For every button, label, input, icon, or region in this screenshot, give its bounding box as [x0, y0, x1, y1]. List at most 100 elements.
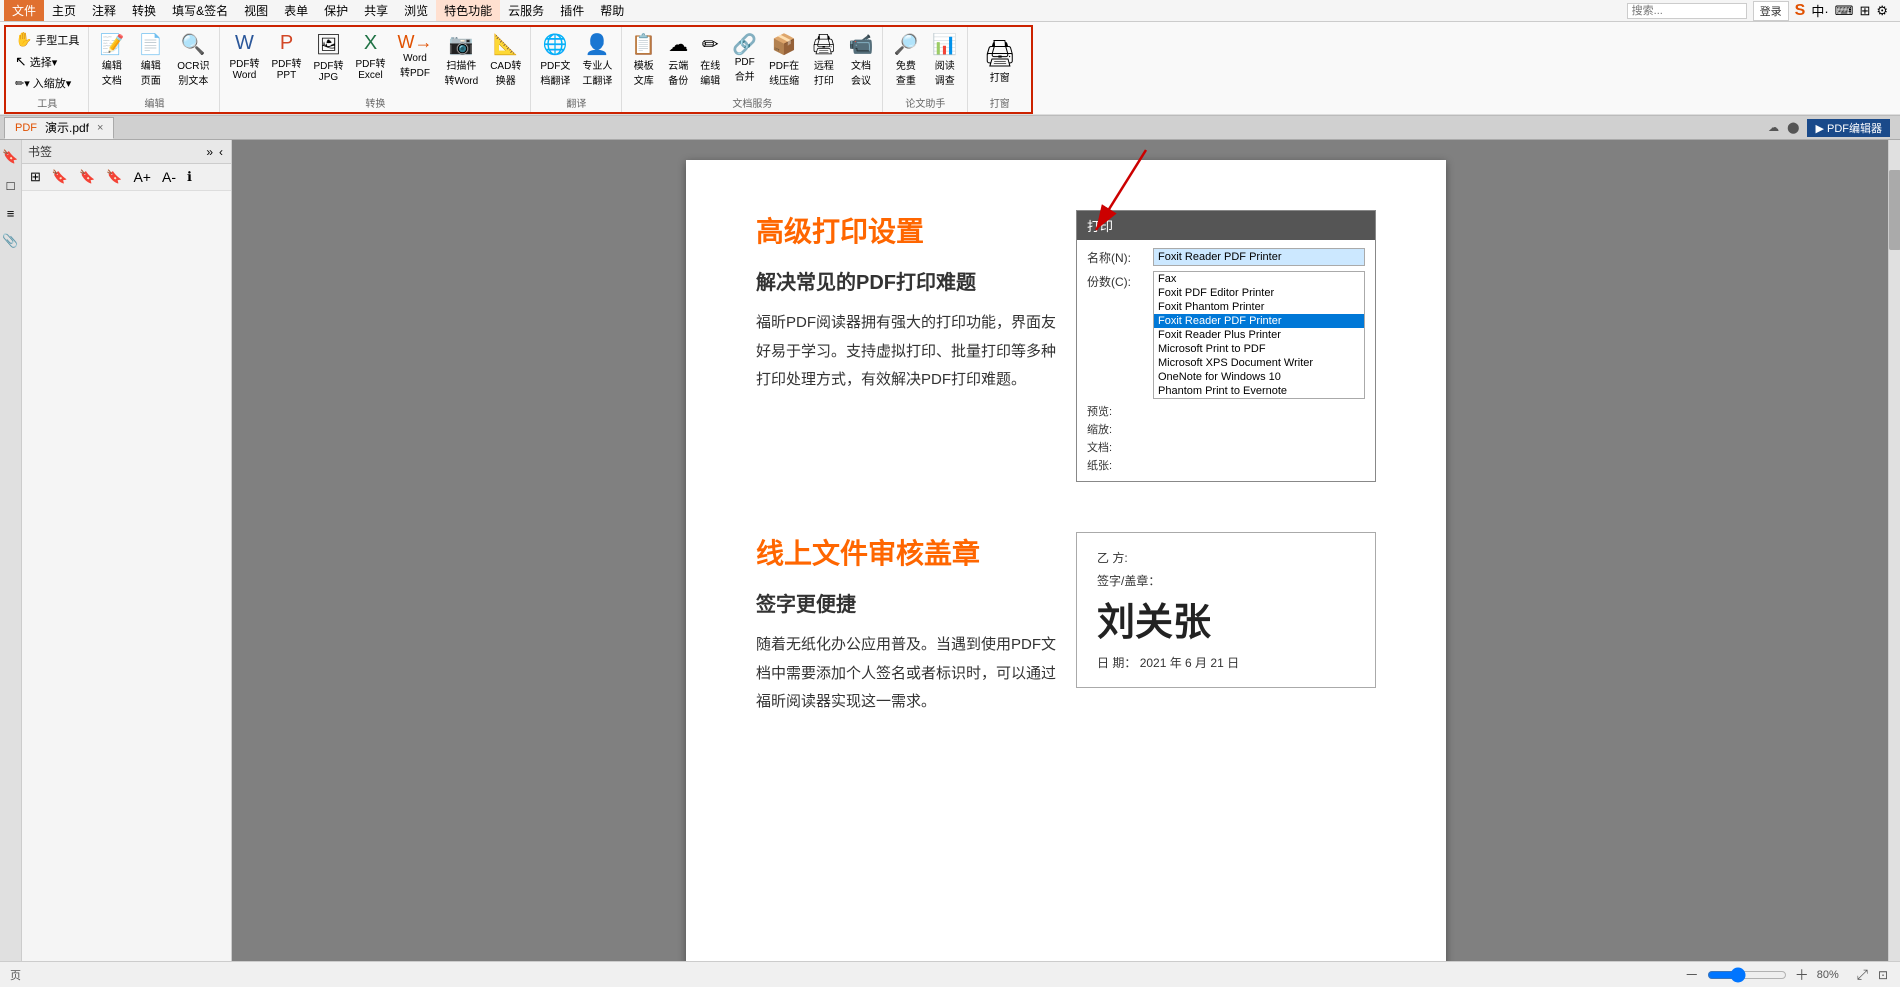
cloud-sync-icon[interactable]: ☁: [1768, 121, 1779, 134]
pdf-content-area[interactable]: 打印 名称(N): Foxit Reader PDF Printer 份数(C)…: [232, 140, 1900, 961]
print-name-input: Foxit Reader PDF Printer: [1153, 248, 1365, 266]
edit-selection-button[interactable]: ✏▾ 入缩放▾: [10, 73, 84, 93]
printer-ms-xps[interactable]: Microsoft XPS Document Writer: [1154, 356, 1364, 370]
search-input[interactable]: [1627, 3, 1747, 19]
pdf-to-word-button[interactable]: W PDF转 Word: [224, 29, 264, 84]
ribbon-toolbar: ✋ 手型工具 ↖ 选择▾ ✏▾ 入缩放▾ 工具: [0, 22, 1900, 115]
printer-fax[interactable]: Fax: [1154, 272, 1364, 286]
translate-group-label: 翻译: [566, 93, 586, 110]
template-library-button[interactable]: 📋 模板 文库: [626, 29, 661, 90]
menu-convert[interactable]: 转换: [124, 0, 164, 21]
printer-foxit-plus[interactable]: Foxit Reader Plus Printer: [1154, 328, 1364, 342]
menu-browse[interactable]: 浏览: [396, 0, 436, 21]
edit-page-button[interactable]: 📄 编辑 页面: [132, 29, 169, 90]
printer-list[interactable]: Fax Foxit PDF Editor Printer Foxit Phant…: [1153, 271, 1365, 399]
doc-tab-demo[interactable]: PDF 演示.pdf ×: [4, 117, 114, 139]
menu-comment[interactable]: 注释: [84, 0, 124, 21]
doc-meeting-button[interactable]: 📹 文档 会议: [844, 29, 879, 90]
pdf-to-ppt-button[interactable]: P PDF转 PPT: [266, 29, 306, 84]
ocr-button[interactable]: 🔍 OCR识 别文本: [171, 29, 215, 90]
free-check-button[interactable]: 🔎 免费 查重: [887, 29, 924, 90]
menu-plugin[interactable]: 插件: [552, 0, 592, 21]
topbar-icon-grid[interactable]: ⊞: [1859, 3, 1870, 19]
expand-panel-button[interactable]: »: [204, 145, 215, 159]
doc-tabs-bar: PDF 演示.pdf × ☁ ⬤ ▶ PDF编辑器: [0, 116, 1900, 140]
pdf-to-jpg-button[interactable]: 🖼 PDF转 JPG: [308, 29, 348, 86]
select-tool-button[interactable]: ↖ 选择▾: [10, 51, 84, 72]
print-dialog-illustration: 打印 名称(N): Foxit Reader PDF Printer 份数(C)…: [1076, 210, 1376, 482]
cad-converter-button[interactable]: 📐 CAD转 换器: [485, 29, 526, 90]
bookmark-tool-3[interactable]: 🔖: [75, 167, 99, 187]
bookmarks-panel: 书签 » ‹ ⊞ 🔖 🔖 🔖 A+ A- ℹ: [22, 140, 232, 961]
doc-tabs-right: ☁ ⬤ ▶ PDF编辑器: [1768, 119, 1900, 137]
logo-s: S: [1795, 2, 1806, 20]
bookmarks-panel-header: 书签 » ‹: [22, 140, 231, 164]
menu-form[interactable]: 表单: [276, 0, 316, 21]
menu-special[interactable]: 特色功能: [436, 0, 500, 21]
sig-label: 签字/盖章：: [1097, 572, 1355, 589]
collapse-panel-button[interactable]: ‹: [217, 145, 225, 159]
menu-view[interactable]: 视图: [236, 0, 276, 21]
topbar-icon-mic[interactable]: 中·: [1811, 1, 1828, 20]
online-edit-button[interactable]: ✏ 在线 编辑: [695, 29, 725, 90]
doc-tab-name: 演示.pdf: [45, 119, 89, 136]
cloud-status-icon: ⬤: [1787, 121, 1799, 134]
sidebar-icon-layers[interactable]: ≡: [2, 204, 20, 222]
section-signature: 乙 方: 签字/盖章： 刘关张 日 期： 2021 年 6 月 21 日 线上文…: [756, 532, 1376, 717]
sidebar-icon-attachments[interactable]: 📎: [2, 232, 20, 250]
menu-file[interactable]: 文件: [4, 0, 44, 21]
printer-onenote[interactable]: OneNote for Windows 10: [1154, 370, 1364, 384]
printer-foxit-editor[interactable]: Foxit PDF Editor Printer: [1154, 286, 1364, 300]
cloud-backup-button[interactable]: ☁ 云端 备份: [663, 29, 693, 90]
read-survey-button[interactable]: 📊 阅读 调查: [926, 29, 963, 90]
bookmark-tool-5[interactable]: A+: [129, 167, 155, 187]
sig-date: 日 期： 2021 年 6 月 21 日: [1097, 654, 1355, 671]
ribbon-group-tools: ✋ 手型工具 ↖ 选择▾ ✏▾ 入缩放▾ 工具: [6, 27, 89, 112]
remote-print-button[interactable]: 🖨 远程 打印: [806, 29, 841, 90]
pdf-compress-button[interactable]: 📦 PDF在 线压缩: [764, 29, 804, 90]
menu-sign[interactable]: 填写&签名: [164, 0, 236, 21]
sidebar-icon-bookmarks[interactable]: 🔖: [2, 148, 20, 166]
menu-home[interactable]: 主页: [44, 0, 84, 21]
pdf-translate-button[interactable]: 🌐 PDF文 档翻译: [535, 29, 575, 90]
print-window-button[interactable]: 🖨 打窗: [974, 33, 1025, 89]
topbar-icon-settings[interactable]: ⚙: [1876, 3, 1888, 19]
convert-group-label: 转换: [365, 93, 385, 110]
printer-foxit-reader[interactable]: Foxit Reader PDF Printer: [1154, 314, 1364, 328]
edit-doc-button[interactable]: 📝 编辑 文档: [93, 29, 130, 90]
bookmark-tool-6[interactable]: A-: [158, 167, 180, 187]
ribbon-group-convert: W PDF转 Word P PDF转 PPT 🖼 PDF转 JPG: [220, 27, 531, 112]
printer-ms-pdf[interactable]: Microsoft Print to PDF: [1154, 342, 1364, 356]
bookmark-tool-2[interactable]: 🔖: [48, 167, 72, 187]
vertical-scrollbar[interactable]: [1888, 140, 1900, 961]
menu-cloud[interactable]: 云服务: [500, 0, 552, 21]
pdf-to-excel-button[interactable]: X PDF转 Excel: [350, 29, 390, 84]
printer-evernote[interactable]: Phantom Print to Evernote: [1154, 384, 1364, 398]
bookmark-tool-1[interactable]: ⊞: [26, 167, 45, 187]
bookmarks-content: [22, 191, 231, 961]
menu-protect[interactable]: 保护: [316, 0, 356, 21]
print-name-label: 名称(N):: [1087, 249, 1147, 266]
scan-to-word-button[interactable]: 📷 扫描件 转Word: [439, 29, 483, 90]
tools-group-label: 工具: [37, 93, 57, 110]
menu-share[interactable]: 共享: [356, 0, 396, 21]
print-copies-row: 份数(C): Fax Foxit PDF Editor Printer Foxi…: [1087, 271, 1365, 399]
word-to-pdf-button[interactable]: W→ Word 转PDF: [392, 29, 437, 82]
signature-illustration: 乙 方: 签字/盖章： 刘关张 日 期： 2021 年 6 月 21 日: [1076, 532, 1376, 688]
pdf-editor-label: ▶ PDF编辑器: [1807, 119, 1890, 137]
menu-help[interactable]: 帮助: [592, 0, 632, 21]
print-name-row: 名称(N): Foxit Reader PDF Printer: [1087, 248, 1365, 266]
sidebar-icon-pages[interactable]: □: [2, 176, 20, 194]
printer-foxit-phantom[interactable]: Foxit Phantom Printer: [1154, 300, 1364, 314]
login-button[interactable]: 登录: [1753, 1, 1789, 21]
bookmark-tool-4[interactable]: 🔖: [102, 167, 126, 187]
pro-translate-button[interactable]: 👤 专业人 工翻译: [577, 29, 617, 90]
topbar-right: 登录 S 中· ⌨ ⊞ ⚙: [1627, 1, 1896, 21]
sig-party-label: 乙 方:: [1097, 549, 1355, 566]
pdf-merge-button[interactable]: 🔗 PDF 合并: [727, 29, 762, 86]
ribbon-group-translate: 🌐 PDF文 档翻译 👤 专业人 工翻译 翻译: [531, 27, 622, 112]
hand-tool-button[interactable]: ✋ 手型工具: [10, 29, 84, 50]
topbar-icon-keyboard[interactable]: ⌨: [1835, 3, 1854, 19]
close-tab-button[interactable]: ×: [97, 122, 103, 134]
bookmark-tool-7[interactable]: ℹ: [183, 167, 196, 187]
